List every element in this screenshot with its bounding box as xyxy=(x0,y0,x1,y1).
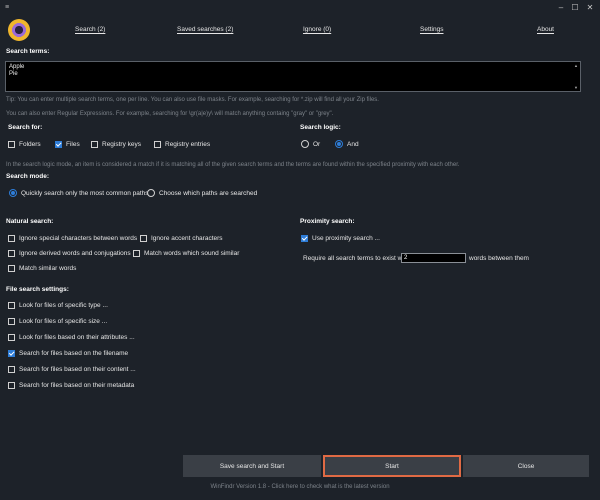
checkbox-sound-similar[interactable]: Match words which sound similar xyxy=(133,250,239,257)
maximize-icon[interactable]: ☐ xyxy=(570,3,580,13)
radio-or[interactable]: Or xyxy=(301,140,320,148)
tab-settings[interactable]: Settings xyxy=(420,26,444,33)
checkbox-box[interactable] xyxy=(133,250,140,257)
search-term-line: Pie xyxy=(9,70,18,77)
checkbox-label: Match similar words xyxy=(19,265,77,272)
checkbox-label: Search for files based on their content … xyxy=(19,366,136,373)
proximity-search-title: Proximity search: xyxy=(300,218,355,225)
hamburger-icon[interactable]: ≡ xyxy=(5,4,13,11)
checkbox-box-checked[interactable] xyxy=(55,141,62,148)
checkbox-label: Files xyxy=(66,141,80,148)
checkbox-label: Ignore derived words and conjugations xyxy=(19,250,131,257)
checkbox-label: Search for files based on the filename xyxy=(19,350,129,357)
checkbox-file-size[interactable]: Look for files of specific size ... xyxy=(8,318,107,325)
checkbox-box[interactable] xyxy=(8,318,15,325)
checkbox-label: Folders xyxy=(19,141,41,148)
checkbox-box-checked[interactable] xyxy=(301,235,308,242)
radio-label: And xyxy=(347,140,359,148)
regex-tip: You can also enter Regular Expressions. … xyxy=(6,111,334,117)
natural-search-title: Natural search: xyxy=(6,218,54,225)
checkbox-filename[interactable]: Search for files based on the filename xyxy=(8,350,128,357)
checkbox-box[interactable] xyxy=(154,141,161,148)
file-settings-title: File search settings: xyxy=(6,286,69,293)
scroll-up-icon[interactable]: ▲ xyxy=(574,63,578,68)
checkbox-similar-words[interactable]: Match similar words xyxy=(8,265,76,272)
checkbox-label: Use proximity search ... xyxy=(312,235,380,242)
search-terms-title: Search terms: xyxy=(6,48,50,55)
search-mode-title: Search mode: xyxy=(6,173,49,180)
tab-about[interactable]: About xyxy=(537,26,554,33)
checkbox-box[interactable] xyxy=(91,141,98,148)
tab-search[interactable]: Search (2) xyxy=(75,26,105,33)
app-logo xyxy=(8,19,30,41)
close-icon[interactable]: ✕ xyxy=(585,3,595,13)
proximity-words-input[interactable]: 2 xyxy=(401,253,466,263)
checkbox-label: Ignore accent characters xyxy=(151,235,223,242)
checkbox-box[interactable] xyxy=(8,334,15,341)
checkbox-box[interactable] xyxy=(140,235,147,242)
checkbox-ignore-derived-words[interactable]: Ignore derived words and conjugations xyxy=(8,250,131,257)
search-terms-input[interactable]: Apple Pie ▲ ▼ xyxy=(5,61,581,92)
checkbox-ignore-accents[interactable]: Ignore accent characters xyxy=(140,235,223,242)
checkbox-registry-keys[interactable]: Registry keys xyxy=(91,141,141,148)
close-button[interactable]: Close xyxy=(463,455,589,477)
search-for-title: Search for: xyxy=(8,124,43,131)
radio-label: Choose which paths are searched xyxy=(159,189,258,197)
checkbox-folders[interactable]: Folders xyxy=(8,141,41,148)
checkbox-box[interactable] xyxy=(8,265,15,272)
checkbox-label: Registry keys xyxy=(102,141,142,148)
checkbox-box[interactable] xyxy=(8,366,15,373)
checkbox-ignore-special-chars[interactable]: Ignore special characters between words xyxy=(8,235,137,242)
checkbox-files[interactable]: Files xyxy=(55,141,80,148)
checkbox-box[interactable] xyxy=(8,141,15,148)
checkbox-file-content[interactable]: Search for files based on their content … xyxy=(8,366,136,373)
proximity-suffix-label: words between them xyxy=(469,255,529,262)
start-button[interactable]: Start xyxy=(323,455,461,477)
save-search-start-button[interactable]: Save search and Start xyxy=(183,455,321,477)
radio-circle[interactable] xyxy=(147,189,155,197)
search-terms-tip: Tip: You can enter multiple search terms… xyxy=(6,97,379,103)
checkbox-box[interactable] xyxy=(8,235,15,242)
radio-label: Quickly search only the most common path… xyxy=(21,189,149,197)
search-logic-hint: In the search logic mode, an item is con… xyxy=(6,162,460,168)
checkbox-label: Search for files based on their metadata xyxy=(19,382,135,389)
scroll-down-icon[interactable]: ▼ xyxy=(574,85,578,90)
checkbox-file-metadata[interactable]: Search for files based on their metadata xyxy=(8,382,134,389)
checkbox-label: Match words which sound similar xyxy=(144,250,240,257)
tab-ignore[interactable]: Ignore (0) xyxy=(303,26,331,33)
checkbox-label: Registry entries xyxy=(165,141,211,148)
checkbox-label: Look for files of specific type ... xyxy=(19,302,108,309)
checkbox-box[interactable] xyxy=(8,250,15,257)
checkbox-box[interactable] xyxy=(8,302,15,309)
checkbox-label: Ignore special characters between words xyxy=(19,235,138,242)
checkbox-label: Look for files of specific size ... xyxy=(19,318,108,325)
radio-label: Or xyxy=(313,140,321,148)
radio-circle[interactable] xyxy=(301,140,309,148)
checkbox-label: Look for files based on their attributes… xyxy=(19,334,135,341)
radio-choose-paths[interactable]: Choose which paths are searched xyxy=(147,189,257,197)
radio-circle-selected[interactable] xyxy=(9,189,17,197)
checkbox-file-type[interactable]: Look for files of specific type ... xyxy=(8,302,108,309)
radio-circle-selected[interactable] xyxy=(335,140,343,148)
version-link[interactable]: WinFindr Version 1.8 - Click here to che… xyxy=(0,484,600,490)
radio-quick-search[interactable]: Quickly search only the most common path… xyxy=(9,189,149,197)
checkbox-box[interactable] xyxy=(8,382,15,389)
tab-saved-searches[interactable]: Saved searches (2) xyxy=(177,26,233,33)
radio-and[interactable]: And xyxy=(335,140,359,148)
checkbox-use-proximity[interactable]: Use proximity search ... xyxy=(301,235,380,242)
search-logic-title: Search logic: xyxy=(300,124,341,131)
minimize-icon[interactable]: – xyxy=(556,3,566,13)
checkbox-registry-entries[interactable]: Registry entries xyxy=(154,141,210,148)
checkbox-file-attributes[interactable]: Look for files based on their attributes… xyxy=(8,334,135,341)
checkbox-box-checked[interactable] xyxy=(8,350,15,357)
